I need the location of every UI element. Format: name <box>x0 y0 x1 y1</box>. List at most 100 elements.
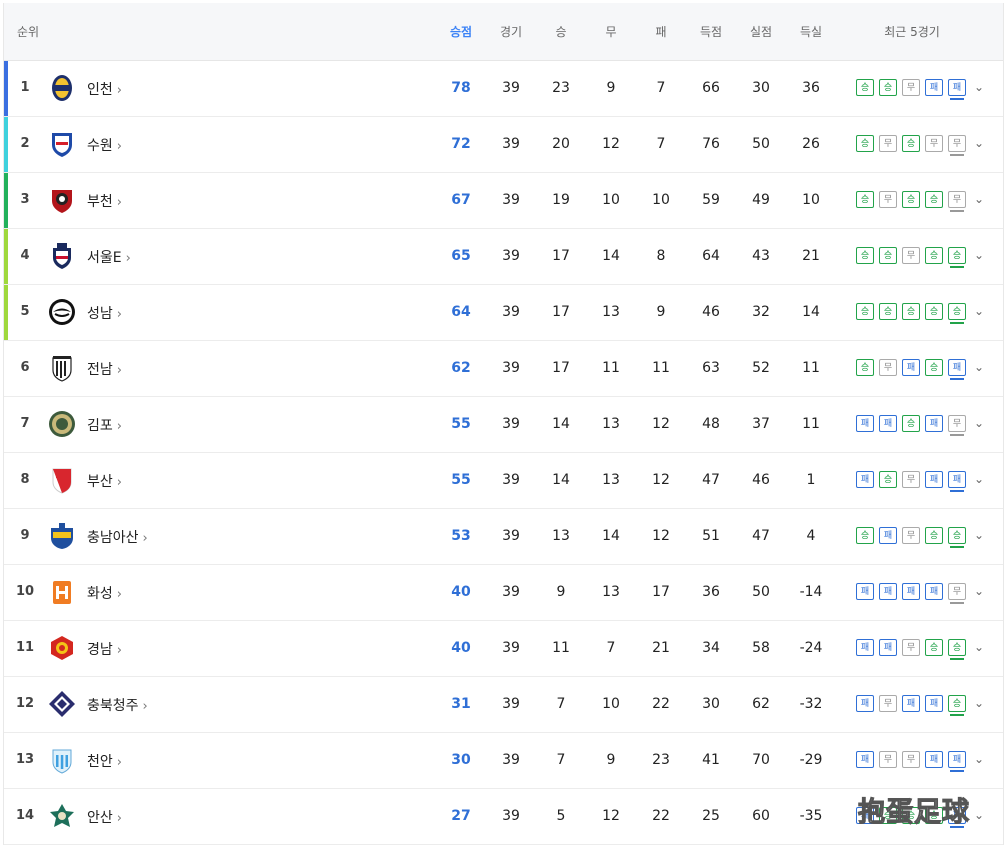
form-badge[interactable]: 패 <box>879 639 897 656</box>
form-badge[interactable]: 승 <box>925 303 943 320</box>
form-badge[interactable]: 승 <box>879 79 897 96</box>
header-goals-against[interactable]: 실점 <box>750 23 772 40</box>
table-row[interactable]: 12 충북청주 › 31 39 7 10 22 30 62 -32 패 무 패 패 승 ⌄ <box>4 677 1003 733</box>
form-badge[interactable]: 패 <box>879 415 897 432</box>
table-row[interactable]: 2 수원 › 72 39 20 12 7 76 50 26 승 무 승 무 무 ⌄ <box>4 117 1003 173</box>
form-badge[interactable]: 승 <box>879 247 897 264</box>
form-badge[interactable]: 무 <box>902 79 920 96</box>
table-row[interactable]: 14 안산 › 27 39 5 12 22 25 60 -35 패 승 승 승 패 ⌄ <box>4 789 1003 845</box>
chevron-down-icon[interactable]: ⌄ <box>974 360 984 374</box>
form-badge[interactable]: 승 <box>925 247 943 264</box>
form-badge[interactable]: 무 <box>879 191 897 208</box>
form-badge[interactable]: 승 <box>856 303 874 320</box>
form-badge[interactable]: 승 <box>925 191 943 208</box>
table-row[interactable]: 11 경남 › 40 39 11 7 21 34 58 -24 패 패 무 승 승 ⌄ <box>4 621 1003 677</box>
form-badge[interactable]: 무 <box>879 135 897 152</box>
form-badge[interactable]: 무 <box>902 471 920 488</box>
form-badge[interactable]: 무 <box>902 751 920 768</box>
form-badge[interactable]: 무 <box>948 583 966 604</box>
form-badge[interactable]: 패 <box>925 583 943 600</box>
team-link[interactable]: 전남 › <box>87 359 122 379</box>
form-badge[interactable]: 승 <box>948 303 966 324</box>
form-badge[interactable]: 승 <box>856 191 874 208</box>
chevron-down-icon[interactable]: ⌄ <box>974 416 984 430</box>
team-link[interactable]: 인천 › <box>87 79 122 99</box>
team-link[interactable]: 수원 › <box>87 135 122 155</box>
chevron-down-icon[interactable]: ⌄ <box>974 80 984 94</box>
team-link[interactable]: 충북청주 › <box>87 695 148 715</box>
form-badge[interactable]: 패 <box>856 583 874 600</box>
form-badge[interactable]: 패 <box>856 639 874 656</box>
chevron-down-icon[interactable]: ⌄ <box>974 640 984 654</box>
header-played[interactable]: 경기 <box>500 23 522 40</box>
form-badge[interactable]: 승 <box>948 247 966 268</box>
form-badge[interactable]: 승 <box>925 359 943 376</box>
table-row[interactable]: 7 김포 › 55 39 14 13 12 48 37 11 패 패 승 패 무 ⌄ <box>4 397 1003 453</box>
form-badge[interactable]: 패 <box>856 471 874 488</box>
form-badge[interactable]: 승 <box>948 527 966 548</box>
table-row[interactable]: 3 부천 › 67 39 19 10 10 59 49 10 승 무 승 승 무 ⌄ <box>4 173 1003 229</box>
form-badge[interactable]: 승 <box>879 303 897 320</box>
chevron-down-icon[interactable]: ⌄ <box>974 808 984 822</box>
form-badge[interactable]: 패 <box>948 751 966 772</box>
form-badge[interactable]: 무 <box>948 415 966 436</box>
team-link[interactable]: 천안 › <box>87 751 122 771</box>
form-badge[interactable]: 승 <box>856 359 874 376</box>
form-badge[interactable]: 무 <box>948 191 966 212</box>
form-badge[interactable]: 패 <box>879 527 897 544</box>
table-row[interactable]: 13 천안 › 30 39 7 9 23 41 70 -29 패 무 무 패 패 ⌄ <box>4 733 1003 789</box>
table-row[interactable]: 9 충남아산 › 53 39 13 14 12 51 47 4 승 패 무 승 승 ⌄ <box>4 509 1003 565</box>
form-badge[interactable]: 패 <box>925 79 943 96</box>
team-link[interactable]: 부산 › <box>87 471 122 491</box>
header-draws[interactable]: 무 <box>605 23 616 40</box>
chevron-down-icon[interactable]: ⌄ <box>974 696 984 710</box>
form-badge[interactable]: 승 <box>925 527 943 544</box>
table-row[interactable]: 1 인천 › 78 39 23 9 7 66 30 36 승 승 무 패 패 ⌄ <box>4 61 1003 117</box>
form-badge[interactable]: 무 <box>879 751 897 768</box>
form-badge[interactable]: 승 <box>902 415 920 432</box>
table-row[interactable]: 4 서울E › 65 39 17 14 8 64 43 21 승 승 무 승 승 ⌄ <box>4 229 1003 285</box>
form-badge[interactable]: 패 <box>879 583 897 600</box>
team-link[interactable]: 안산 › <box>87 807 122 827</box>
form-badge[interactable]: 승 <box>948 695 966 716</box>
form-badge[interactable]: 패 <box>925 415 943 432</box>
team-link[interactable]: 성남 › <box>87 303 122 323</box>
team-link[interactable]: 부천 › <box>87 191 122 211</box>
chevron-down-icon[interactable]: ⌄ <box>974 192 984 206</box>
form-badge[interactable]: 승 <box>925 639 943 656</box>
form-badge[interactable]: 승 <box>902 303 920 320</box>
form-badge[interactable]: 승 <box>856 79 874 96</box>
form-badge[interactable]: 승 <box>856 135 874 152</box>
chevron-down-icon[interactable]: ⌄ <box>974 752 984 766</box>
form-badge[interactable]: 승 <box>948 639 966 660</box>
header-goal-diff[interactable]: 득실 <box>800 23 822 40</box>
team-link[interactable]: 김포 › <box>87 415 122 435</box>
table-row[interactable]: 5 성남 › 64 39 17 13 9 46 32 14 승 승 승 승 승 ⌄ <box>4 285 1003 341</box>
table-row[interactable]: 8 부산 › 55 39 14 13 12 47 46 1 패 승 무 패 패 ⌄ <box>4 453 1003 509</box>
form-badge[interactable]: 패 <box>948 359 966 380</box>
form-badge[interactable]: 패 <box>902 583 920 600</box>
form-badge[interactable]: 무 <box>948 135 966 156</box>
form-badge[interactable]: 무 <box>925 135 943 152</box>
form-badge[interactable]: 무 <box>902 527 920 544</box>
form-badge[interactable]: 패 <box>902 695 920 712</box>
form-badge[interactable]: 패 <box>925 471 943 488</box>
header-goals-for[interactable]: 득점 <box>700 23 722 40</box>
chevron-down-icon[interactable]: ⌄ <box>974 584 984 598</box>
form-badge[interactable]: 승 <box>879 471 897 488</box>
header-points[interactable]: 승점 <box>450 23 472 40</box>
form-badge[interactable]: 패 <box>948 471 966 492</box>
form-badge[interactable]: 무 <box>879 359 897 376</box>
chevron-down-icon[interactable]: ⌄ <box>974 304 984 318</box>
team-link[interactable]: 충남아산 › <box>87 527 148 547</box>
chevron-down-icon[interactable]: ⌄ <box>974 528 984 542</box>
form-badge[interactable]: 무 <box>902 247 920 264</box>
form-badge[interactable]: 패 <box>948 79 966 100</box>
table-row[interactable]: 10 화성 › 40 39 9 13 17 36 50 -14 패 패 패 패 무 ⌄ <box>4 565 1003 621</box>
form-badge[interactable]: 패 <box>856 751 874 768</box>
chevron-down-icon[interactable]: ⌄ <box>974 248 984 262</box>
header-losses[interactable]: 패 <box>655 23 666 40</box>
header-wins[interactable]: 승 <box>555 23 566 40</box>
form-badge[interactable]: 패 <box>856 695 874 712</box>
team-link[interactable]: 경남 › <box>87 639 122 659</box>
